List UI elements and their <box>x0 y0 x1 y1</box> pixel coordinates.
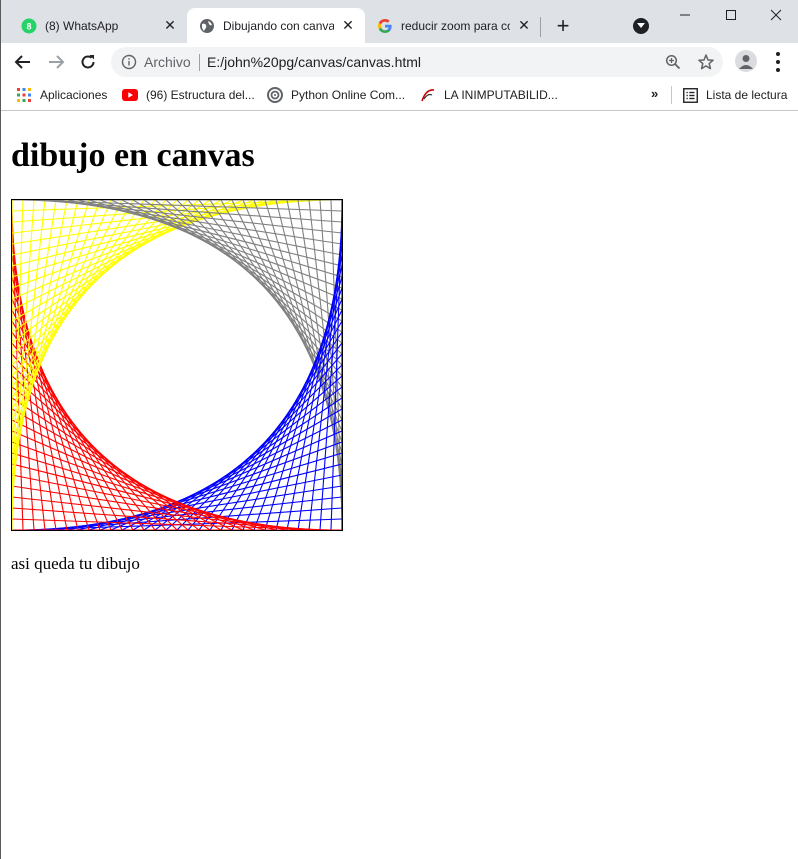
tab-title: Dibujando con canvas <box>223 18 334 33</box>
address-bar[interactable]: Archivo E:/john%20pg/canvas/canvas.html <box>111 47 723 77</box>
address-divider <box>199 54 200 71</box>
string-art-drawing <box>12 200 342 530</box>
python-online-icon <box>267 87 283 103</box>
bookmarks-bar: Aplicaciones (96) Estructura del... Pyth… <box>1 80 798 111</box>
bookmark-aplicaciones[interactable]: Aplicaciones <box>16 85 107 105</box>
whatsapp-badge: 8 <box>26 21 31 31</box>
tab-whatsapp[interactable]: 8 (8) WhatsApp ✕ <box>1 8 187 43</box>
gray-string-line <box>154 200 342 344</box>
zoom-icon[interactable] <box>665 54 681 70</box>
youtube-icon <box>122 87 138 103</box>
toolbar: Archivo E:/john%20pg/canvas/canvas.html <box>1 43 798 80</box>
tab-separator <box>540 17 541 37</box>
bookmark-label: (96) Estructura del... <box>146 88 255 102</box>
whatsapp-icon: 8 <box>21 18 37 34</box>
drawing-canvas <box>11 199 343 531</box>
kebab-menu-icon[interactable] <box>771 52 785 72</box>
yellow-string-line <box>12 200 156 388</box>
tab-reducir-zoom[interactable]: reducir zoom para co ✕ <box>365 8 541 43</box>
blue-string-line <box>242 298 342 530</box>
page-heading: dibujo en canvas <box>11 137 255 174</box>
gray-string-line <box>110 200 342 300</box>
address-url[interactable]: E:/john%20pg/canvas/canvas.html <box>207 54 421 70</box>
page-content: dibujo en canvas asi queda tu dibujo <box>1 111 798 859</box>
bookmark-label: LA INIMPUTABILID... <box>444 88 558 102</box>
tab-search-icon[interactable] <box>633 18 649 34</box>
close-icon[interactable]: ✕ <box>162 17 178 34</box>
close-icon[interactable]: ✕ <box>340 17 356 34</box>
canvas-caption: asi queda tu dibujo <box>11 554 140 573</box>
bookmark-label: Aplicaciones <box>40 88 108 102</box>
minimize-icon[interactable] <box>662 0 708 30</box>
bookmark-inimputabilidad[interactable]: LA INIMPUTABILID... <box>420 85 558 105</box>
close-window-icon[interactable] <box>753 0 798 30</box>
reload-icon[interactable] <box>74 48 102 76</box>
back-arrow-icon[interactable] <box>9 48 37 76</box>
bookmark-estructura[interactable]: (96) Estructura del... <box>122 85 255 105</box>
tab-title: reducir zoom para co <box>401 18 510 33</box>
globe-icon <box>199 18 215 34</box>
forward-arrow-icon[interactable] <box>42 48 70 76</box>
blue-string-line <box>198 342 342 530</box>
address-scheme-label: Archivo <box>144 54 191 70</box>
profile-avatar-icon[interactable] <box>735 50 757 72</box>
close-icon[interactable]: ✕ <box>516 17 532 34</box>
apps-grid-icon <box>16 87 32 103</box>
maximize-icon[interactable] <box>708 0 754 30</box>
tab-dibujando[interactable]: Dibujando con canvas ✕ <box>187 8 365 43</box>
red-string-line <box>12 419 233 530</box>
info-icon[interactable] <box>121 54 137 70</box>
gray-string-line <box>121 200 342 311</box>
blue-string-line <box>231 309 342 530</box>
tab-strip: 8 (8) WhatsApp ✕ Dibujando con canvas ✕ … <box>1 0 798 43</box>
yellow-string-line <box>12 200 112 432</box>
bookmark-site-icon <box>420 87 436 103</box>
browser-window: 8 (8) WhatsApp ✕ Dibujando con canvas ✕ … <box>0 0 798 859</box>
reading-list-button[interactable]: Lista de lectura <box>682 85 787 105</box>
new-tab-icon[interactable]: + <box>551 13 575 38</box>
red-string-line <box>12 430 244 530</box>
google-icon <box>377 18 393 34</box>
bookmark-star-icon[interactable] <box>697 53 715 71</box>
bookmark-label: Python Online Com... <box>291 88 406 102</box>
tab-title: (8) WhatsApp <box>45 18 119 33</box>
reading-list-label: Lista de lectura <box>706 88 788 102</box>
yellow-string-line <box>12 200 123 421</box>
chevron-more-icon[interactable]: » <box>651 86 658 101</box>
bookmarks-divider <box>671 86 672 104</box>
red-string-line <box>12 386 200 530</box>
reading-list-icon <box>682 87 698 103</box>
bookmark-python-online[interactable]: Python Online Com... <box>267 85 405 105</box>
